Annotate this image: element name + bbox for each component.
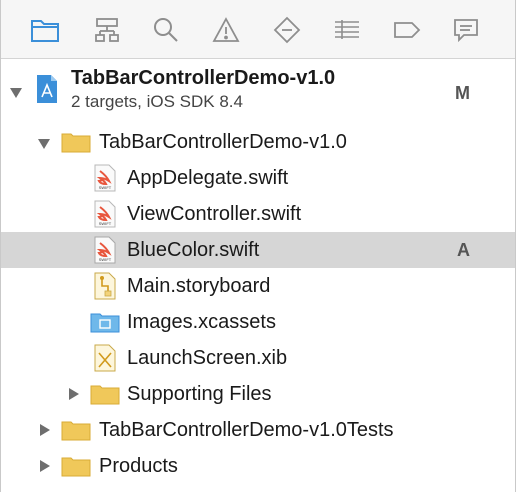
status-badge: A	[457, 240, 470, 260]
xib-file-icon	[94, 344, 116, 372]
group-label: Supporting Files	[127, 383, 272, 405]
test-diamond-icon[interactable]	[271, 14, 303, 46]
svg-text:SWIFT: SWIFT	[99, 185, 112, 190]
navigator-toolbar	[1, 0, 515, 59]
xcode-project-icon	[37, 75, 57, 103]
file-row-xib[interactable]: LaunchScreen.xib	[1, 340, 515, 376]
folder-icon	[61, 133, 91, 153]
folder-icon	[90, 385, 120, 405]
project-name: TabBarControllerDemo-v1.0	[71, 67, 336, 89]
file-label: Images.xcassets	[127, 311, 276, 333]
swift-file-icon: SWIFT	[94, 164, 116, 192]
project-subtitle: 2 targets, iOS SDK 8.4	[71, 92, 243, 111]
file-label: AppDelegate.swift	[127, 167, 289, 189]
folder-icon	[61, 421, 91, 441]
project-navigator: TabBarControllerDemo-v1.0 2 targets, iOS…	[0, 0, 516, 492]
group-row-products[interactable]: Products	[1, 448, 515, 484]
group-label: TabBarControllerDemo-v1.0Tests	[99, 419, 394, 441]
group-label: Products	[99, 455, 178, 477]
file-row-storyboard[interactable]: Main.storyboard	[1, 268, 515, 304]
disclosure-closed-icon[interactable]	[38, 459, 52, 473]
list-lines-icon[interactable]	[331, 14, 363, 46]
search-icon[interactable]	[150, 14, 182, 46]
folder-icon	[61, 457, 91, 477]
group-row-tests[interactable]: TabBarControllerDemo-v1.0Tests	[1, 412, 515, 448]
hierarchy-icon[interactable]	[91, 14, 123, 46]
disclosure-closed-icon[interactable]	[67, 387, 81, 401]
file-label: BlueColor.swift	[127, 239, 260, 261]
asset-catalog-icon	[90, 313, 120, 333]
folder-icon[interactable]	[29, 14, 61, 46]
svg-text:SWIFT: SWIFT	[99, 257, 112, 262]
swift-file-icon: SWIFT	[94, 200, 116, 228]
disclosure-closed-icon[interactable]	[38, 423, 52, 437]
group-row-supporting[interactable]: Supporting Files	[1, 376, 515, 412]
disclosure-open-icon[interactable]	[9, 86, 23, 100]
warning-icon[interactable]	[210, 14, 242, 46]
file-row-xcassets[interactable]: Images.xcassets	[1, 304, 515, 340]
file-label: ViewController.swift	[127, 203, 302, 225]
svg-text:SWIFT: SWIFT	[99, 221, 112, 226]
file-row-bluecolor[interactable]: SWIFT BlueColor.swift A	[1, 232, 515, 268]
group-row-main[interactable]: TabBarControllerDemo-v1.0	[1, 124, 515, 160]
comment-icon[interactable]	[450, 14, 482, 46]
disclosure-open-icon[interactable]	[37, 137, 51, 151]
file-label: LaunchScreen.xib	[127, 347, 288, 369]
file-row-viewcontroller[interactable]: SWIFT ViewController.swift	[1, 196, 515, 232]
storyboard-file-icon	[94, 272, 116, 300]
file-row-appdelegate[interactable]: SWIFT AppDelegate.swift	[1, 160, 515, 196]
tag-icon[interactable]	[391, 14, 423, 46]
swift-file-icon: SWIFT	[94, 236, 116, 264]
group-label: TabBarControllerDemo-v1.0	[99, 131, 347, 153]
status-badge: M	[455, 83, 470, 103]
file-label: Main.storyboard	[127, 275, 271, 297]
project-row[interactable]: TabBarControllerDemo-v1.0 2 targets, iOS…	[1, 66, 515, 116]
